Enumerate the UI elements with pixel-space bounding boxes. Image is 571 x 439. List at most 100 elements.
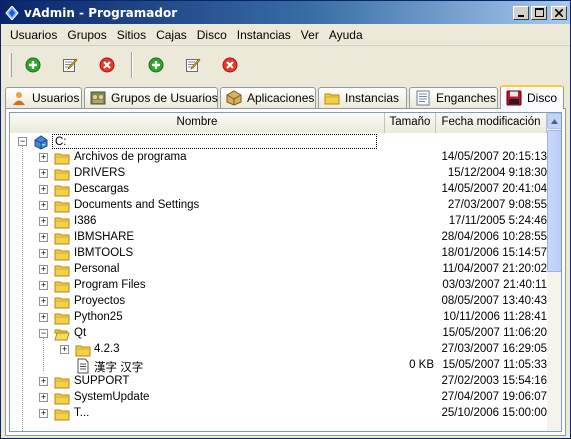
tree-row[interactable]: + 4.2.3 27/03/2007 16:29:05 <box>10 342 547 358</box>
edit-button-2[interactable] <box>180 52 206 78</box>
expand-toggle[interactable]: + <box>39 393 48 402</box>
scroll-up-button[interactable] <box>547 113 561 129</box>
expand-toggle[interactable]: + <box>39 297 48 306</box>
maximize-icon <box>534 8 544 17</box>
tab-grupos-de-usuarios[interactable]: Grupos de Usuarios <box>84 87 218 108</box>
edit-icon <box>186 58 201 72</box>
tab-label: Aplicaciones <box>247 91 315 105</box>
menu-ayuda[interactable]: Ayuda <box>324 26 368 44</box>
tree-item-date: 15/12/2004 9:18:30 <box>447 167 547 179</box>
tree-row[interactable]: + Python25 10/11/2006 11:28:41 <box>10 310 547 326</box>
menu-grupos[interactable]: Grupos <box>62 26 111 44</box>
expand-toggle[interactable]: + <box>39 169 48 178</box>
window-title: vAdmin - Programador <box>24 5 178 20</box>
tree-row[interactable]: + T... 25/10/2006 15:00:00 <box>10 406 547 422</box>
expand-toggle[interactable]: + <box>39 377 48 386</box>
tree-item-date: 27/02/2003 15:54:16 <box>441 375 547 387</box>
expand-toggle[interactable]: + <box>39 409 48 418</box>
expand-toggle[interactable]: + <box>39 233 48 242</box>
tab-disco[interactable]: Disco <box>500 85 564 109</box>
title-bar[interactable]: vAdmin - Programador <box>1 1 570 24</box>
tab-usuarios[interactable]: Usuarios <box>5 87 82 108</box>
close-window-button[interactable] <box>551 5 567 20</box>
tree-row[interactable]: + IBMTOOLS 18/01/2006 15:14:57 <box>10 246 547 262</box>
expand-toggle[interactable]: + <box>39 313 48 322</box>
menu-ver[interactable]: Ver <box>296 26 324 44</box>
hooks-icon <box>416 90 430 106</box>
tree-item-name: IBMTOOLS <box>74 247 134 259</box>
tree-item-name: Personal <box>74 263 120 275</box>
toolbar-grip[interactable] <box>9 53 12 77</box>
minimize-button[interactable] <box>513 5 529 20</box>
tab-label: Usuarios <box>32 91 80 105</box>
close-icon <box>555 8 563 17</box>
tree-item-date: 27/03/2007 16:29:05 <box>441 343 547 355</box>
delete-button-2[interactable] <box>217 52 243 78</box>
tree-item-name: T... <box>74 407 90 419</box>
tree-item-name: 4.2.3 <box>94 343 120 355</box>
expand-toggle[interactable]: + <box>39 265 48 274</box>
column-size-header[interactable]: Tamaño <box>385 113 436 133</box>
collapse-toggle[interactable]: − <box>39 329 48 338</box>
tree-item-size: 0 KB <box>409 359 434 371</box>
expand-toggle[interactable]: + <box>39 185 48 194</box>
menu-sitios[interactable]: Sitios <box>112 26 151 44</box>
tree-row-drive-c[interactable]: − C: <box>10 134 547 150</box>
tree-row[interactable]: + Archivos de programa 14/05/2007 20:15:… <box>10 150 547 166</box>
tree-item-name: DRIVERS <box>74 167 126 179</box>
menu-cajas[interactable]: Cajas <box>151 26 192 44</box>
tree-item-date: 27/04/2007 19:06:07 <box>441 391 547 403</box>
tree-row[interactable]: + Descargas 14/05/2007 20:41:04 <box>10 182 547 198</box>
menu-usuarios[interactable]: Usuarios <box>5 26 62 44</box>
scrollbar-thumb[interactable] <box>547 130 561 272</box>
tree-row[interactable]: + Documents and Settings 27/03/2007 9:08… <box>10 198 547 214</box>
app-window: vAdmin - Programador Usuarios Grupos Sit… <box>0 0 571 439</box>
vertical-scrollbar[interactable] <box>547 113 561 431</box>
tree-row[interactable]: + SUPPORT 27/02/2003 15:54:16 <box>10 374 547 390</box>
tree-item-date: 28/04/2006 10:28:55 <box>441 231 547 243</box>
delete-icon <box>222 57 238 73</box>
tab-label: Instancias <box>345 91 400 105</box>
file-tree[interactable]: Nombre Tamaño Fecha modificación − C: + … <box>9 112 562 432</box>
tree-item-name: Archivos de programa <box>74 151 187 163</box>
tree-row[interactable]: + Personal 11/04/2007 21:20:02 <box>10 262 547 278</box>
tree-row[interactable]: + IBMSHARE 28/04/2006 10:28:55 <box>10 230 547 246</box>
folder-icon <box>54 265 70 277</box>
tab-instancias[interactable]: Instancias <box>318 87 407 108</box>
add-button-2[interactable] <box>143 52 169 78</box>
expand-toggle[interactable]: + <box>39 217 48 226</box>
column-date-header[interactable]: Fecha modificación <box>436 113 547 133</box>
tree-item-name: SystemUpdate <box>74 391 150 403</box>
expand-toggle[interactable]: + <box>39 281 48 290</box>
add-button[interactable] <box>20 52 46 78</box>
column-name-header[interactable]: Nombre <box>10 113 385 133</box>
tree-row[interactable]: + I386 17/11/2005 5:24:46 <box>10 214 547 230</box>
expand-toggle[interactable]: + <box>60 345 69 354</box>
collapse-toggle[interactable]: − <box>18 137 27 146</box>
expand-toggle[interactable]: + <box>39 249 48 258</box>
tree-item-name: Documents and Settings <box>74 199 200 211</box>
tree-row[interactable]: + Program Files 03/03/2007 21:40:11 <box>10 278 547 294</box>
drive-icon <box>34 135 48 150</box>
delete-button[interactable] <box>94 52 120 78</box>
tree-item-date: 17/11/2005 5:24:46 <box>448 215 547 227</box>
tree-row[interactable]: + DRIVERS 15/12/2004 9:18:30 <box>10 166 547 182</box>
tab-enganches[interactable]: Enganches <box>409 87 498 108</box>
tab-aplicaciones[interactable]: Aplicaciones <box>220 87 316 108</box>
minimize-icon <box>518 14 524 17</box>
folder-icon <box>54 153 70 165</box>
expand-toggle[interactable]: + <box>39 201 48 210</box>
maximize-button[interactable] <box>531 5 547 20</box>
tree-row-qt[interactable]: − Qt 15/05/2007 11:06:20 <box>10 326 547 342</box>
tab-label: Grupos de Usuarios <box>111 91 218 105</box>
tree-row[interactable]: 漢字 汉字 0 KB 15/05/2007 11:05:33 <box>10 358 547 374</box>
menu-disco[interactable]: Disco <box>192 26 232 44</box>
edit-button[interactable] <box>57 52 83 78</box>
tab-label: Disco <box>527 91 558 105</box>
tree-row[interactable]: + Proyectos 08/05/2007 13:40:43 <box>10 294 547 310</box>
menu-instancias[interactable]: Instancias <box>232 26 296 44</box>
tree-row[interactable]: + SystemUpdate 27/04/2007 19:06:07 <box>10 390 547 406</box>
menu-bar: Usuarios Grupos Sitios Cajas Disco Insta… <box>1 24 570 46</box>
scroll-up-icon <box>551 118 558 124</box>
expand-toggle[interactable]: + <box>39 153 48 162</box>
